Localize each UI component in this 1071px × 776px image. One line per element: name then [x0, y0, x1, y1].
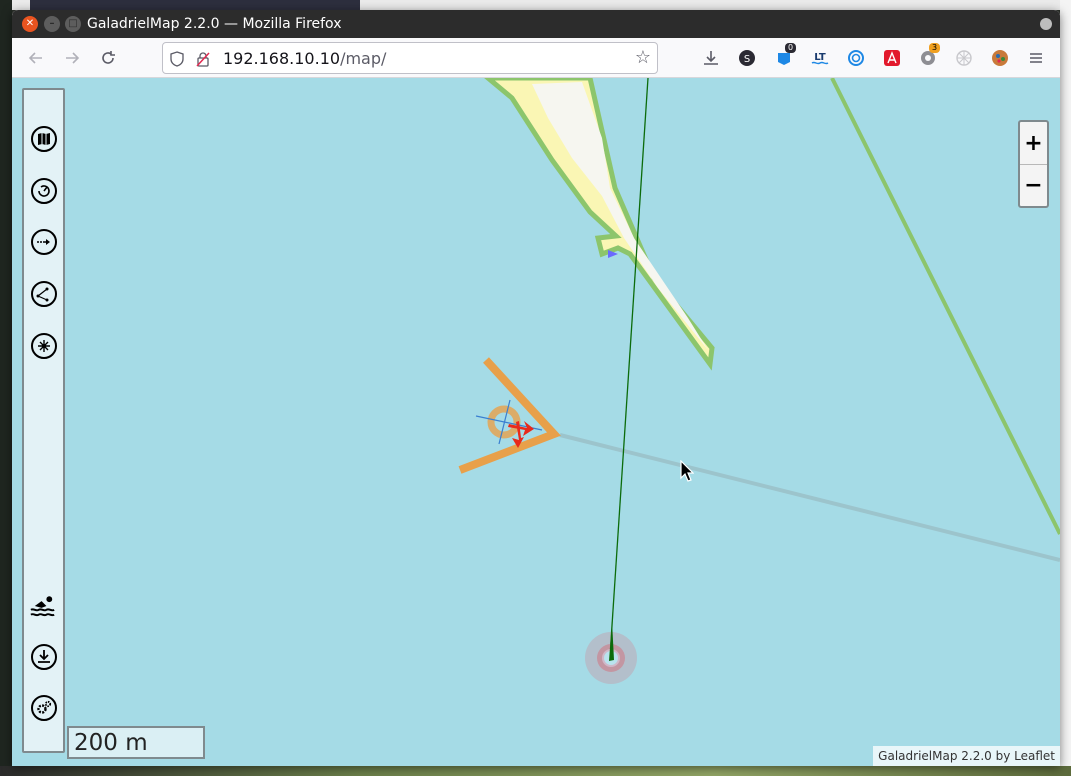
ublock-badge-count: 3 [929, 43, 941, 53]
ublock-icon[interactable]: 3 [918, 43, 941, 68]
window-title: GaladrielMap 2.2.0 — Mozilla Firefox [87, 16, 342, 32]
zoom-in-button[interactable]: + [1020, 123, 1047, 163]
dashboard-icon [30, 177, 57, 204]
desktop-wallpaper-strip [0, 766, 1071, 776]
desktop-left-strip [0, 0, 12, 776]
scale-bar: 200 m [67, 726, 205, 759]
points-button[interactable] [29, 331, 58, 360]
forward-button[interactable] [60, 46, 84, 70]
desktop: ✕ – □ GaladrielMap 2.2.0 — Mozilla Firef… [0, 0, 1071, 776]
extension-badge-icon[interactable]: 0 [774, 43, 797, 68]
settings-icon [30, 694, 57, 721]
swimmer-button[interactable] [29, 590, 58, 619]
window-minimize-button[interactable]: – [44, 16, 60, 32]
map-view[interactable]: + − 200 m GaladrielMap 2.2.0 by Leaflet [12, 78, 1060, 766]
svg-text:LT: LT [814, 52, 826, 63]
reload-button[interactable] [96, 46, 120, 70]
tracks-button[interactable] [29, 279, 58, 308]
download-icon[interactable] [701, 48, 721, 68]
navigation-toolbar: 192.168.10.10/map/ ☆ S 0 LT 3 [12, 38, 1060, 78]
mouse-cursor-icon [680, 460, 694, 482]
desktop-right-strip [1060, 0, 1071, 776]
extension-badge-count: 0 [785, 43, 797, 53]
zoom-out-button[interactable]: − [1020, 165, 1047, 205]
titlebar-menu-dot[interactable] [1040, 18, 1052, 30]
map-sidebar [22, 88, 65, 753]
reload-icon [102, 51, 115, 64]
download-button[interactable] [29, 642, 58, 671]
url-text[interactable]: 192.168.10.10/map/ [223, 49, 386, 68]
url-path: /map/ [340, 49, 387, 68]
maps-icon [30, 125, 57, 152]
adobe-icon[interactable] [882, 48, 902, 68]
window-close-button[interactable]: ✕ [22, 16, 38, 32]
swimmer-icon [30, 595, 55, 616]
water-area [12, 78, 1060, 766]
sync-icon[interactable] [846, 48, 866, 68]
back-button[interactable] [24, 46, 48, 70]
desktop-background-window [30, 0, 360, 10]
browser-window: ✕ – □ GaladrielMap 2.2.0 — Mozilla Firef… [12, 10, 1060, 766]
forward-arrow-icon [66, 52, 80, 64]
route-button[interactable] [29, 227, 58, 256]
url-bar[interactable]: 192.168.10.10/map/ ☆ [162, 42, 658, 74]
title-bar: ✕ – □ GaladrielMap 2.2.0 — Mozilla Firef… [12, 10, 1060, 38]
languagetool-icon[interactable]: LT [810, 48, 830, 68]
dashboard-button[interactable] [29, 176, 58, 205]
tracks-icon [30, 280, 57, 307]
map-canvas[interactable] [12, 78, 1060, 766]
points-icon [30, 332, 57, 359]
zoom-control: + − [1018, 120, 1049, 208]
profile-icon[interactable] [990, 48, 1010, 68]
bookmark-star-icon[interactable]: ☆ [635, 49, 651, 67]
svg-text:S: S [744, 54, 750, 65]
extension-grid-icon[interactable] [954, 48, 974, 68]
url-host: 192.168.10.10 [223, 49, 341, 68]
map-attribution: GaladrielMap 2.2.0 by Leaflet [873, 746, 1060, 766]
settings-button[interactable] [29, 693, 58, 722]
download-icon [30, 643, 57, 670]
shield-icon[interactable] [169, 51, 185, 67]
maps-button[interactable] [29, 124, 58, 153]
window-maximize-button[interactable]: □ [65, 16, 81, 32]
insecure-lock-icon[interactable] [195, 51, 211, 67]
menu-icon[interactable] [1026, 48, 1046, 68]
s-extension-icon[interactable]: S [737, 48, 757, 68]
back-arrow-icon [28, 52, 42, 64]
route-icon [30, 228, 57, 255]
